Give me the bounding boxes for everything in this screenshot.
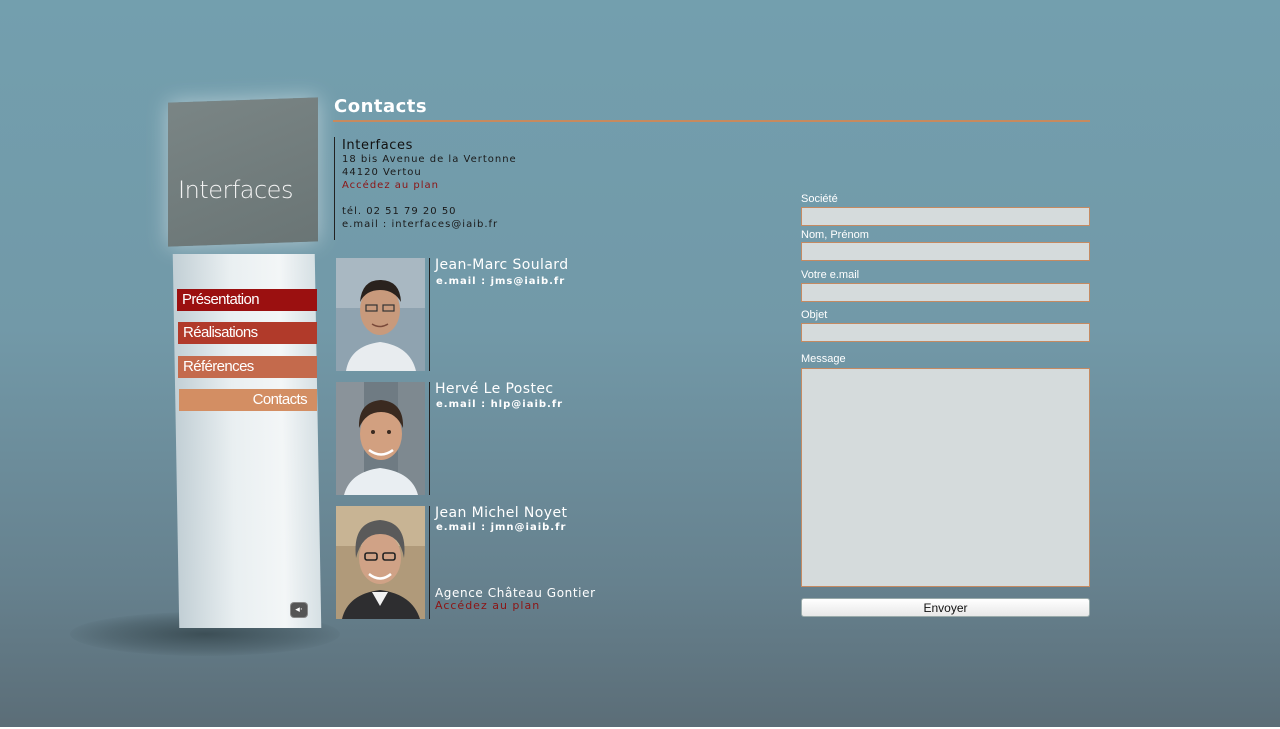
person-name: Jean-Marc Soulard (435, 257, 569, 273)
person-email[interactable]: e.mail : hlp@iaib.fr (436, 399, 563, 410)
person-divider (429, 258, 430, 371)
logo-box (168, 97, 318, 247)
name-label: Nom, Prénom (801, 229, 869, 241)
person-photo (336, 382, 425, 495)
person-email[interactable]: e.mail : jmn@iaib.fr (436, 522, 566, 533)
person-divider (429, 382, 430, 495)
person-photo (336, 258, 425, 371)
nav-item-presentation[interactable]: Présentation (177, 289, 317, 311)
page-title: Contacts (334, 96, 428, 117)
person-email[interactable]: e.mail : jms@iaib.fr (436, 276, 565, 287)
title-divider (333, 120, 1090, 122)
name-field[interactable] (801, 242, 1090, 261)
company-address-line2: 44120 Vertou (342, 167, 422, 178)
company-label: Société (801, 193, 838, 205)
company-address-line1: 18 bis Avenue de la Vertonne (342, 154, 517, 165)
agency-plan-link[interactable]: Accédez au plan (435, 599, 540, 612)
subject-label: Objet (801, 309, 828, 321)
company-email[interactable]: e.mail : interfaces@iaib.fr (342, 218, 517, 231)
send-button[interactable]: Envoyer (801, 598, 1090, 617)
company-plan-link[interactable]: Accédez au plan (342, 179, 517, 192)
message-label: Message (801, 353, 846, 365)
person-name: Jean Michel Noyet (435, 505, 568, 521)
nav-item-contacts[interactable]: Contacts (179, 389, 317, 411)
nav-item-references[interactable]: Références (178, 356, 317, 378)
company-field[interactable] (801, 207, 1090, 226)
email-label: Votre e.mail (801, 269, 860, 281)
company-phone: tél. 02 51 79 20 50 (342, 206, 457, 217)
subject-field[interactable] (801, 323, 1090, 342)
message-field[interactable] (801, 368, 1090, 587)
person-divider (429, 506, 430, 619)
person-name: Hervé Le Postec (435, 381, 554, 397)
email-field[interactable] (801, 283, 1090, 302)
agency-name: Agence Château Gontier (435, 586, 596, 600)
logo[interactable]: Interfaces (178, 176, 318, 204)
nav-item-realisations[interactable]: Réalisations (178, 322, 317, 344)
company-name: Interfaces (342, 138, 413, 153)
back-icon[interactable]: ◂· (291, 603, 307, 617)
person-photo (336, 506, 425, 619)
company-info: Interfaces 18 bis Avenue de la Vertonne … (334, 137, 517, 240)
